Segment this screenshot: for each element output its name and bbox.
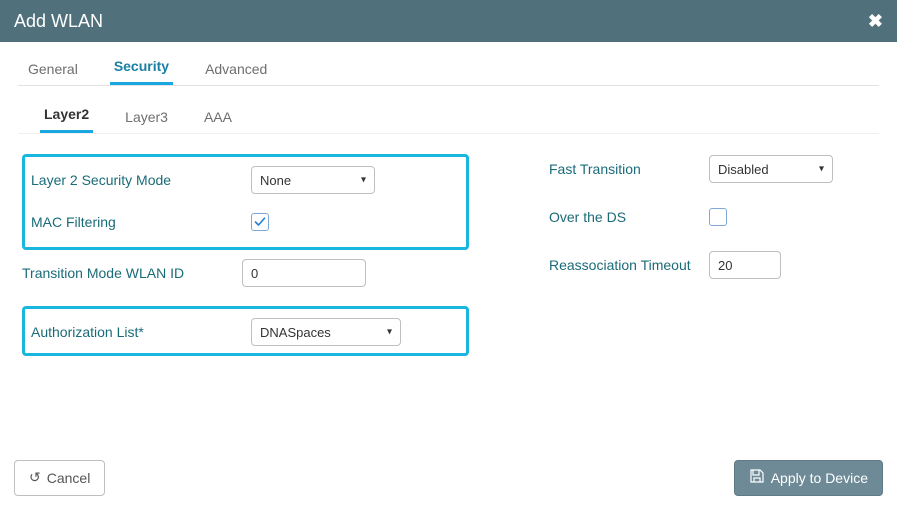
select-fast-transition[interactable]: Disabled ▾ — [709, 155, 833, 183]
highlight-auth-list: Authorization List* DNASpaces ▾ — [22, 306, 469, 356]
add-wlan-modal: Add WLAN ✖ General Security Advanced Lay… — [0, 0, 897, 512]
field-over-ds: Over the DS — [549, 202, 879, 232]
input-reassoc-timeout[interactable]: 20 — [709, 251, 781, 279]
save-icon — [749, 468, 765, 487]
chevron-down-icon: ▾ — [819, 164, 824, 175]
check-icon — [254, 216, 266, 228]
close-icon[interactable]: ✖ — [868, 11, 883, 32]
tab-security[interactable]: Security — [110, 50, 173, 85]
apply-button[interactable]: Apply to Device — [734, 460, 883, 496]
modal-body: General Security Advanced Layer2 Layer3 … — [0, 42, 897, 452]
select-auth-list[interactable]: DNASpaces ▾ — [251, 318, 401, 346]
left-column: Layer 2 Security Mode None ▾ MAC Filteri… — [22, 154, 469, 364]
tab-general[interactable]: General — [24, 53, 82, 85]
field-security-mode: Layer 2 Security Mode None ▾ — [31, 165, 452, 195]
form-columns: Layer 2 Security Mode None ▾ MAC Filteri… — [18, 154, 879, 364]
cancel-button[interactable]: ↺ Cancel — [14, 460, 105, 496]
apply-button-label: Apply to Device — [771, 470, 868, 486]
field-auth-list: Authorization List* DNASpaces ▾ — [31, 317, 452, 347]
select-fast-transition-value: Disabled — [718, 162, 769, 177]
label-transition-id: Transition Mode WLAN ID — [22, 265, 242, 281]
label-fast-transition: Fast Transition — [549, 161, 709, 177]
tab-layer2[interactable]: Layer2 — [40, 100, 93, 133]
select-security-mode-value: None — [260, 173, 291, 188]
tab-advanced[interactable]: Advanced — [201, 53, 271, 85]
select-security-mode[interactable]: None ▾ — [251, 166, 375, 194]
modal-title: Add WLAN — [14, 11, 103, 32]
modal-footer: ↺ Cancel Apply to Device — [0, 452, 897, 512]
field-fast-transition: Fast Transition Disabled ▾ — [549, 154, 879, 184]
input-reassoc-timeout-value: 20 — [718, 258, 732, 273]
label-over-ds: Over the DS — [549, 209, 709, 225]
tab-aaa[interactable]: AAA — [200, 103, 236, 133]
main-tabs: General Security Advanced — [18, 50, 879, 86]
tab-layer3[interactable]: Layer3 — [121, 103, 172, 133]
cancel-button-label: Cancel — [47, 470, 91, 486]
chevron-down-icon: ▾ — [387, 327, 392, 338]
field-transition-id: Transition Mode WLAN ID 0 — [22, 258, 469, 288]
undo-icon: ↺ — [29, 469, 41, 486]
label-reassoc-timeout: Reassociation Timeout — [549, 257, 709, 273]
right-column: Fast Transition Disabled ▾ Over the DS R… — [549, 154, 879, 364]
chevron-down-icon: ▾ — [361, 175, 366, 186]
checkbox-over-ds[interactable] — [709, 208, 727, 226]
label-security-mode: Layer 2 Security Mode — [31, 172, 251, 188]
field-reassoc-timeout: Reassociation Timeout 20 — [549, 250, 879, 280]
label-auth-list: Authorization List* — [31, 324, 251, 340]
sub-tabs: Layer2 Layer3 AAA — [18, 100, 879, 134]
highlight-security-mac: Layer 2 Security Mode None ▾ MAC Filteri… — [22, 154, 469, 250]
checkbox-mac-filtering[interactable] — [251, 213, 269, 231]
label-mac-filtering: MAC Filtering — [31, 214, 251, 230]
modal-header: Add WLAN ✖ — [0, 0, 897, 42]
input-transition-id-value: 0 — [251, 266, 258, 281]
input-transition-id[interactable]: 0 — [242, 259, 366, 287]
select-auth-list-value: DNASpaces — [260, 325, 331, 340]
field-mac-filtering: MAC Filtering — [31, 207, 452, 237]
